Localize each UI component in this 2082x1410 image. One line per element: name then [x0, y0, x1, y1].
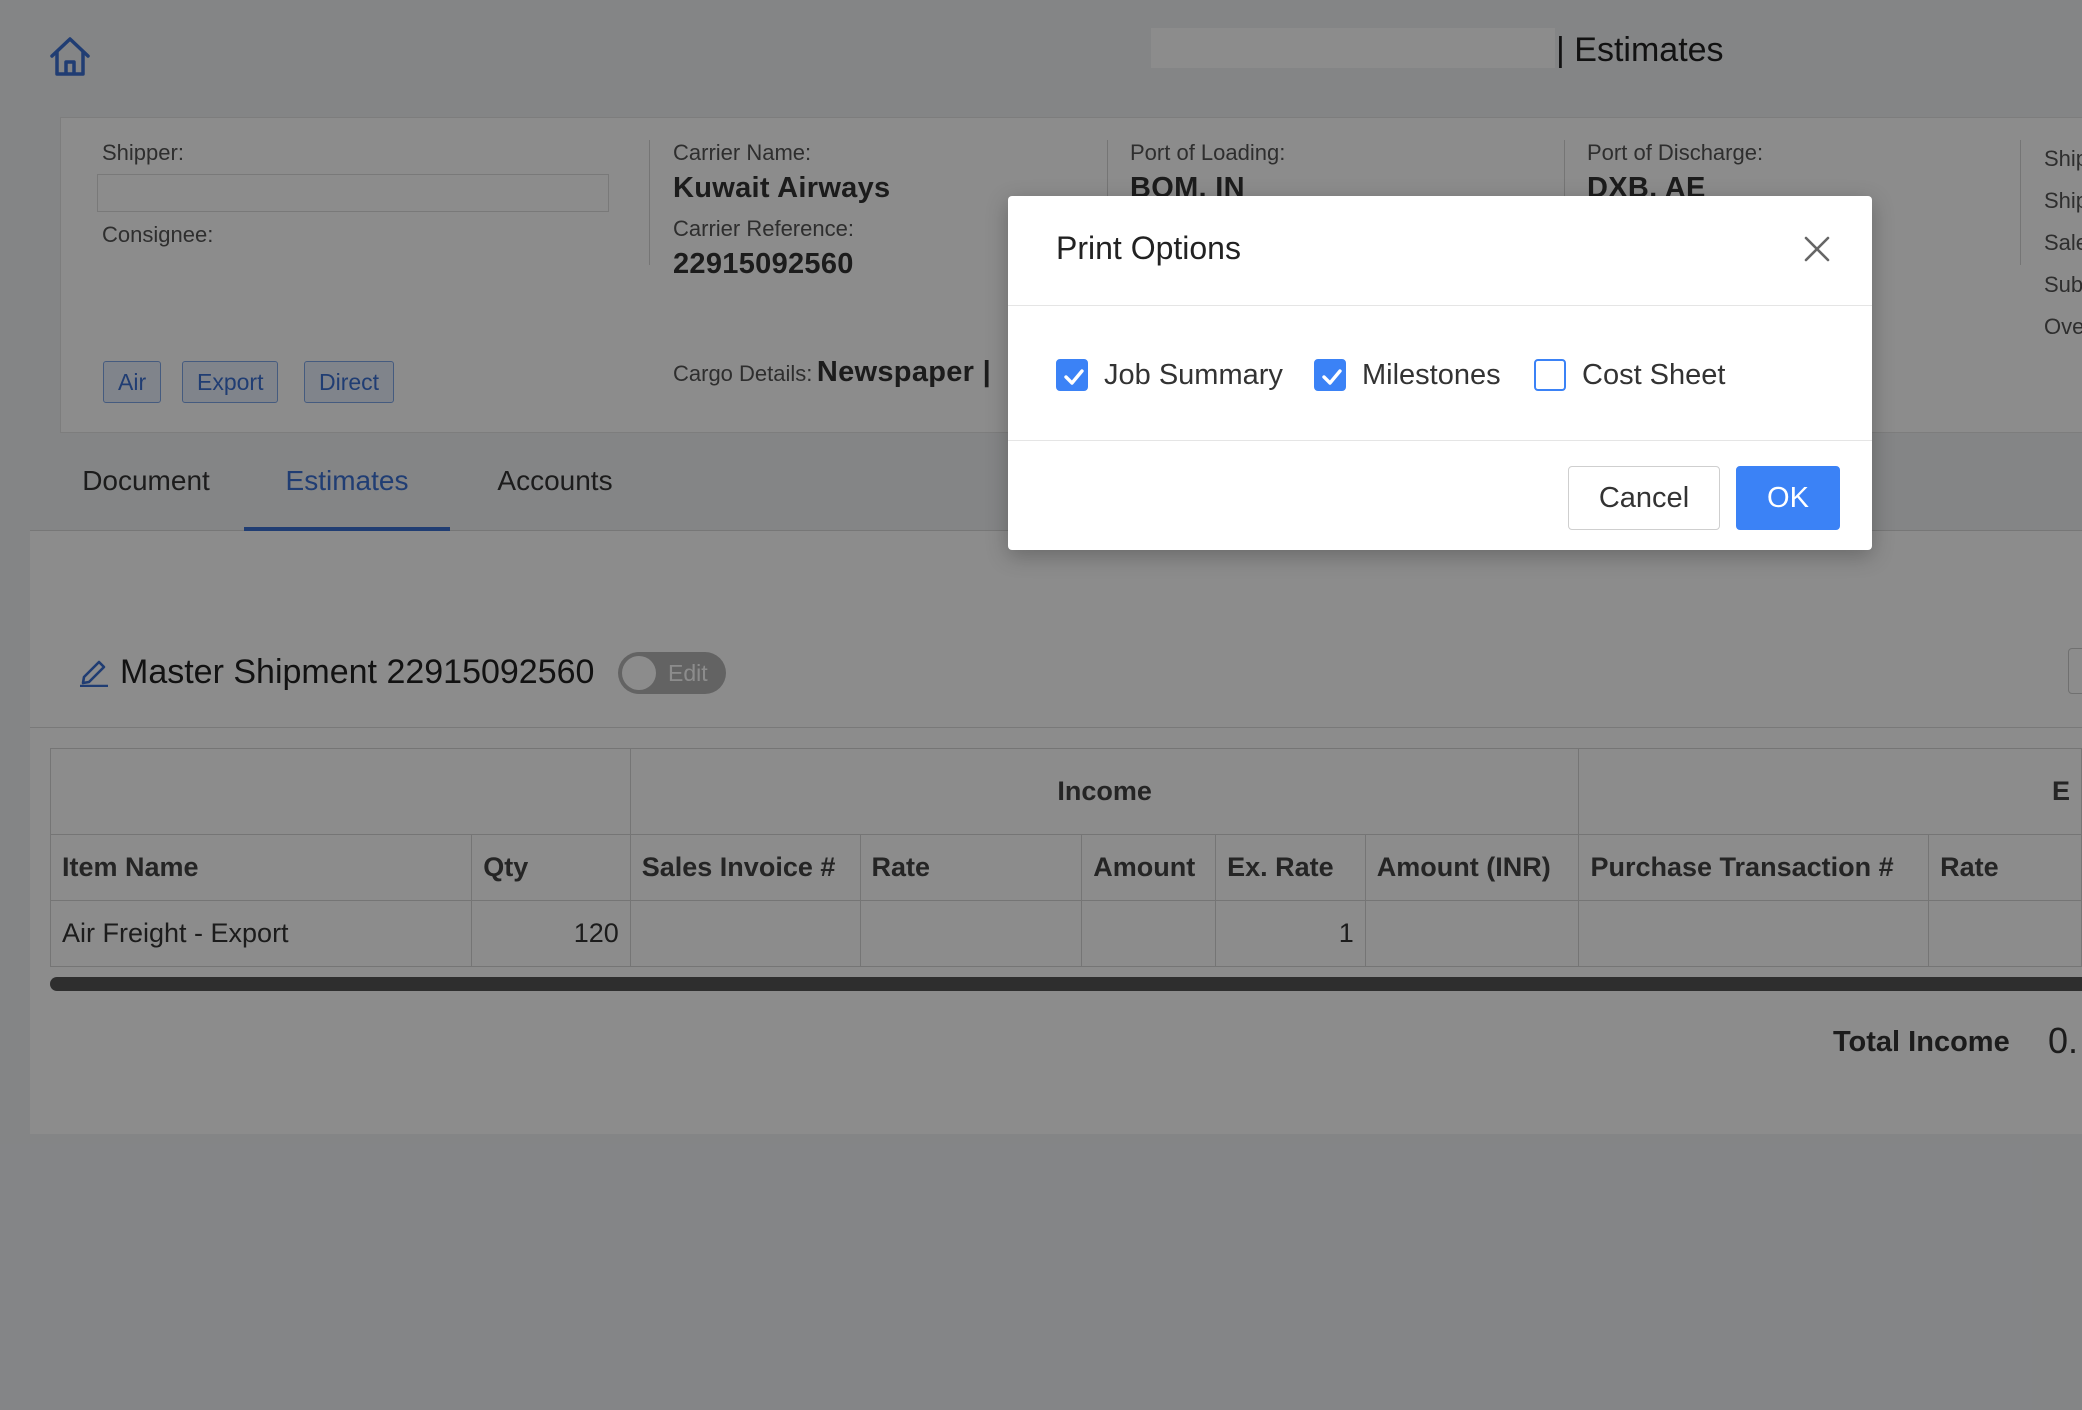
print-options-dialog: Print Options Job Summary Milestones Cos… [1008, 196, 1872, 550]
checkbox-milestones[interactable] [1314, 359, 1346, 391]
checkbox-cost-sheet[interactable] [1534, 359, 1566, 391]
cancel-button[interactable]: Cancel [1568, 466, 1720, 530]
ok-button[interactable]: OK [1736, 466, 1840, 530]
dialog-header: Print Options [1008, 196, 1872, 306]
dialog-title: Print Options [1056, 230, 1241, 266]
dialog-body: Job Summary Milestones Cost Sheet [1008, 306, 1872, 441]
checkbox-job-summary[interactable] [1056, 359, 1088, 391]
option-label: Job Summary [1104, 359, 1283, 391]
close-icon[interactable] [1800, 232, 1834, 266]
option-label: Cost Sheet [1582, 359, 1726, 391]
checkmark-icon [1064, 369, 1084, 385]
option-label: Milestones [1362, 359, 1501, 391]
checkmark-icon [1322, 369, 1342, 385]
